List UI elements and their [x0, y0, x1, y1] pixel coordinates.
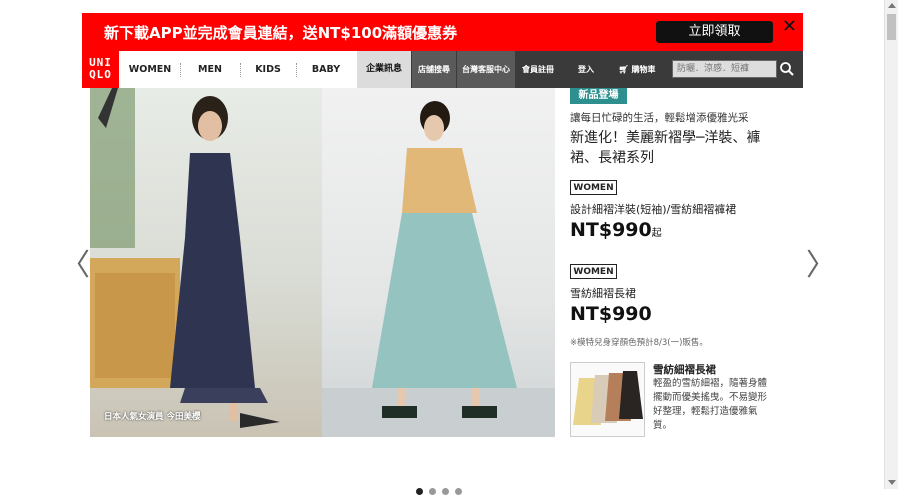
product-price: NT$990	[570, 303, 652, 325]
promo-banner: 新下載APP並完成會員連結，送NT$100滿額優惠券 立即領取 ✕	[82, 13, 803, 51]
cart-icon: 🛒︎	[618, 65, 629, 74]
hero-image-left[interactable]	[90, 88, 322, 437]
carousel-dot[interactable]	[455, 488, 462, 495]
scroll-down-icon[interactable]	[888, 480, 896, 485]
next-slide-arrow[interactable]: 〉	[806, 240, 836, 284]
promo-text: 新下載APP並完成會員連結，送NT$100滿額優惠券	[104, 24, 458, 42]
scroll-up-icon[interactable]	[888, 3, 896, 8]
nav-divider	[240, 63, 241, 77]
claim-button[interactable]: 立即領取	[656, 21, 773, 43]
model-color-note: ※模特兒身穿顏色預計8/3(一)販售。	[570, 338, 708, 348]
women-tag: WOMEN	[570, 264, 617, 279]
uniqlo-logo[interactable]: UNI QLO	[82, 51, 119, 88]
product-subtitle: 讓每日忙碌的生活，輕鬆增添優雅光采	[570, 112, 749, 124]
product-price: NT$990起	[570, 219, 662, 241]
new-arrival-badge: 新品登場	[570, 88, 627, 104]
nav-kids[interactable]: KIDS	[242, 51, 294, 88]
prev-slide-arrow[interactable]: 〈	[60, 240, 90, 284]
carousel-dot[interactable]	[442, 488, 449, 495]
search-input[interactable]	[672, 60, 777, 78]
nav-baby[interactable]: BABY	[298, 51, 354, 88]
nav-women[interactable]: WOMEN	[122, 51, 178, 88]
hero-image-right[interactable]	[322, 88, 555, 437]
hero-caption: 日本人氣女演員 今田美櫻	[104, 412, 201, 422]
cart-link[interactable]: 🛒︎ 購物車	[612, 51, 662, 88]
scrollbar-thumb[interactable]	[887, 14, 896, 40]
customer-service-link[interactable]: 台灣客服中心	[457, 51, 515, 88]
product-headline[interactable]: 新進化！美麗新褶學─洋裝、褲裙、長裙系列	[570, 128, 785, 168]
logo-line2: QLO	[89, 68, 112, 81]
cart-label: 購物車	[631, 65, 656, 74]
product-name[interactable]: 雪紡細褶長裙	[570, 285, 636, 301]
login-link[interactable]: 登入	[564, 51, 608, 88]
skirt-thumbnail[interactable]	[570, 362, 645, 437]
carousel-dot[interactable]	[416, 488, 423, 495]
register-link[interactable]: 會員註冊	[516, 51, 560, 88]
carousel-dots	[416, 480, 468, 495]
price-suffix: 起	[651, 228, 662, 239]
close-icon[interactable]: ✕	[782, 16, 797, 37]
thumbnail-description: 輕盈的雪紡細褶，隨著身體擺動而優美搖曳。不易變形好整理，輕鬆打造優雅氣質。	[653, 378, 768, 431]
page-scrollbar[interactable]	[884, 0, 898, 489]
model-dress-illustration	[90, 88, 280, 428]
nav-men[interactable]: MEN	[182, 51, 238, 88]
skirts-image	[573, 371, 643, 425]
search-icon[interactable]	[779, 61, 795, 77]
model-skirt-illustration	[322, 101, 555, 437]
nav-divider	[296, 63, 297, 77]
corporate-info-link[interactable]: 企業訊息	[357, 51, 411, 88]
women-tag: WOMEN	[570, 180, 617, 195]
product-name[interactable]: 設計細褶洋裝(短袖)/雪紡細褶褲裙	[570, 201, 736, 217]
price-value: NT$990	[570, 219, 652, 241]
thumbnail-title[interactable]: 雪紡細褶長裙	[653, 362, 716, 377]
main-nav: UNI QLO WOMEN MEN KIDS BABY 企業訊息 店舖搜尋 台灣…	[82, 51, 803, 88]
store-search-link[interactable]: 店舖搜尋	[412, 51, 456, 88]
nav-divider	[180, 63, 181, 77]
price-value: NT$990	[570, 303, 652, 325]
carousel-dot[interactable]	[429, 488, 436, 495]
